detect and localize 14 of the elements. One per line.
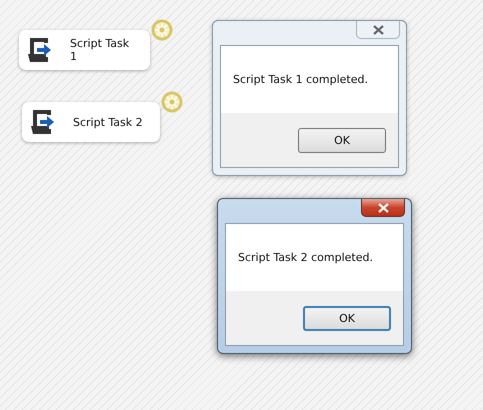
dialog-message: Script Task 1 completed. xyxy=(233,73,368,86)
ok-button[interactable]: OK xyxy=(303,306,391,330)
close-icon xyxy=(378,202,388,212)
node-label: Script Task 1 xyxy=(70,37,130,63)
node-label: Script Task 2 xyxy=(73,116,143,128)
close-button[interactable] xyxy=(356,21,400,39)
dialog-message: Script Task 2 completed. xyxy=(238,251,373,264)
ok-button[interactable]: OK xyxy=(298,128,386,152)
close-icon xyxy=(372,24,384,34)
task-node[interactable]: Script Task 1 xyxy=(19,30,150,70)
gear-badge-icon xyxy=(151,19,173,41)
close-button[interactable] xyxy=(361,199,405,217)
gear-badge-icon xyxy=(161,91,183,113)
task-node[interactable]: Script Task 2 xyxy=(22,102,160,142)
